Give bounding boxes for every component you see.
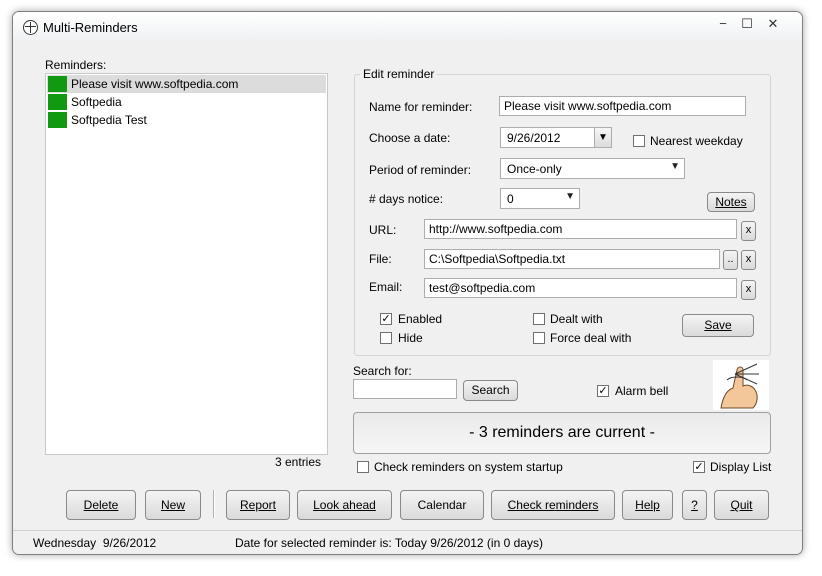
dealt-with-label: Dealt with [550,312,603,326]
minimize-button[interactable]: − [712,14,734,34]
reminders-list[interactable]: Please visit www.softpedia.com Softpedia… [45,73,328,455]
url-input[interactable]: http://www.softpedia.com [424,219,737,239]
maximize-button[interactable]: ☐ [736,14,758,34]
chevron-down-icon[interactable]: ▼ [594,128,611,147]
date-picker[interactable]: 9/26/2012 ▼ [500,127,612,148]
enabled-checkbox[interactable]: ✓ [380,313,392,325]
report-button[interactable]: Report [226,490,290,520]
alarm-bell-checkbox[interactable]: ✓ [597,385,609,397]
save-button[interactable]: Save [682,314,754,337]
calendar-button[interactable]: Calendar [400,490,484,520]
list-item-label: Softpedia [71,95,122,109]
name-label: Name for reminder: [369,100,473,114]
force-deal-label: Force deal with [550,331,632,345]
display-list-label: Display List [710,460,772,474]
alarm-bell-label: Alarm bell [615,384,669,398]
email-label: Email: [369,280,403,294]
clear-url-button[interactable]: x [741,221,756,241]
search-label: Search for: [353,364,412,378]
display-list-checkbox[interactable]: ✓ [693,461,705,473]
delete-button[interactable]: Delete [66,490,136,520]
question-button[interactable]: ? [682,490,707,520]
url-label: URL: [369,223,397,237]
period-select[interactable]: Once-only ▼ [500,158,685,179]
check-reminders-button[interactable]: Check reminders [491,490,615,520]
days-notice-select[interactable]: 0 ▼ [500,188,580,209]
close-button[interactable]: ✕ [762,14,784,34]
check-startup-label: Check reminders on system startup [374,460,563,474]
chevron-down-icon: ▼ [670,161,680,172]
date-label: Choose a date: [369,131,451,145]
list-item-label: Softpedia Test [71,113,147,127]
file-input[interactable]: C:\Softpedia\Softpedia.txt [424,249,720,269]
notes-button[interactable]: Notes [707,192,755,212]
list-item[interactable]: Please visit www.softpedia.com [47,75,326,93]
file-label: File: [369,252,392,266]
list-item[interactable]: Softpedia Test [47,111,326,129]
period-label: Period of reminder: [369,163,472,177]
divider [213,490,215,518]
app-window: Multi-Reminders − ☐ ✕ Reminders: Please … [12,11,803,555]
reminders-label: Reminders: [45,58,107,72]
hide-checkbox[interactable] [380,332,392,344]
status-bar: Wednesday 9/26/2012 Date for selected re… [13,530,802,554]
color-swatch [48,112,67,128]
days-notice-value: 0 [507,192,514,206]
nearest-weekday-checkbox[interactable] [633,135,645,147]
force-deal-checkbox[interactable] [533,332,545,344]
color-swatch [48,76,67,92]
email-input[interactable]: test@softpedia.com [424,278,737,298]
status-message-panel: - 3 reminders are current - [353,412,771,454]
clear-email-button[interactable]: x [741,280,756,300]
dealt-with-checkbox[interactable] [533,313,545,325]
list-item[interactable]: Softpedia [47,93,326,111]
name-input[interactable]: Please visit www.softpedia.com [499,96,746,116]
quit-button[interactable]: Quit [714,490,769,520]
help-button[interactable]: Help [622,490,673,520]
finger-reminder-image [713,360,769,410]
new-button[interactable]: New [145,490,201,520]
browse-file-button[interactable]: .. [723,250,738,270]
status-date: Wednesday 9/26/2012 [33,536,157,550]
look-ahead-button[interactable]: Look ahead [297,490,392,520]
chevron-down-icon: ▼ [565,191,575,202]
clear-file-button[interactable]: x [741,250,756,270]
date-value: 9/26/2012 [507,131,561,145]
days-notice-label: # days notice: [369,192,444,206]
title-bar: Multi-Reminders − ☐ ✕ [13,12,802,42]
status-selected-date: Date for selected reminder is: Today 9/2… [235,536,543,550]
hide-label: Hide [398,331,423,345]
search-button[interactable]: Search [463,380,518,401]
period-value: Once-only [507,162,562,176]
check-startup-checkbox[interactable] [357,461,369,473]
window-title: Multi-Reminders [43,20,138,35]
nearest-weekday-label: Nearest weekday [650,134,743,148]
app-icon [23,20,38,35]
entries-count: 3 entries [275,455,322,469]
color-swatch [48,94,67,110]
search-input[interactable] [353,379,457,399]
list-item-label: Please visit www.softpedia.com [71,77,239,91]
edit-reminder-title: Edit reminder [360,67,438,81]
enabled-label: Enabled [398,312,443,326]
